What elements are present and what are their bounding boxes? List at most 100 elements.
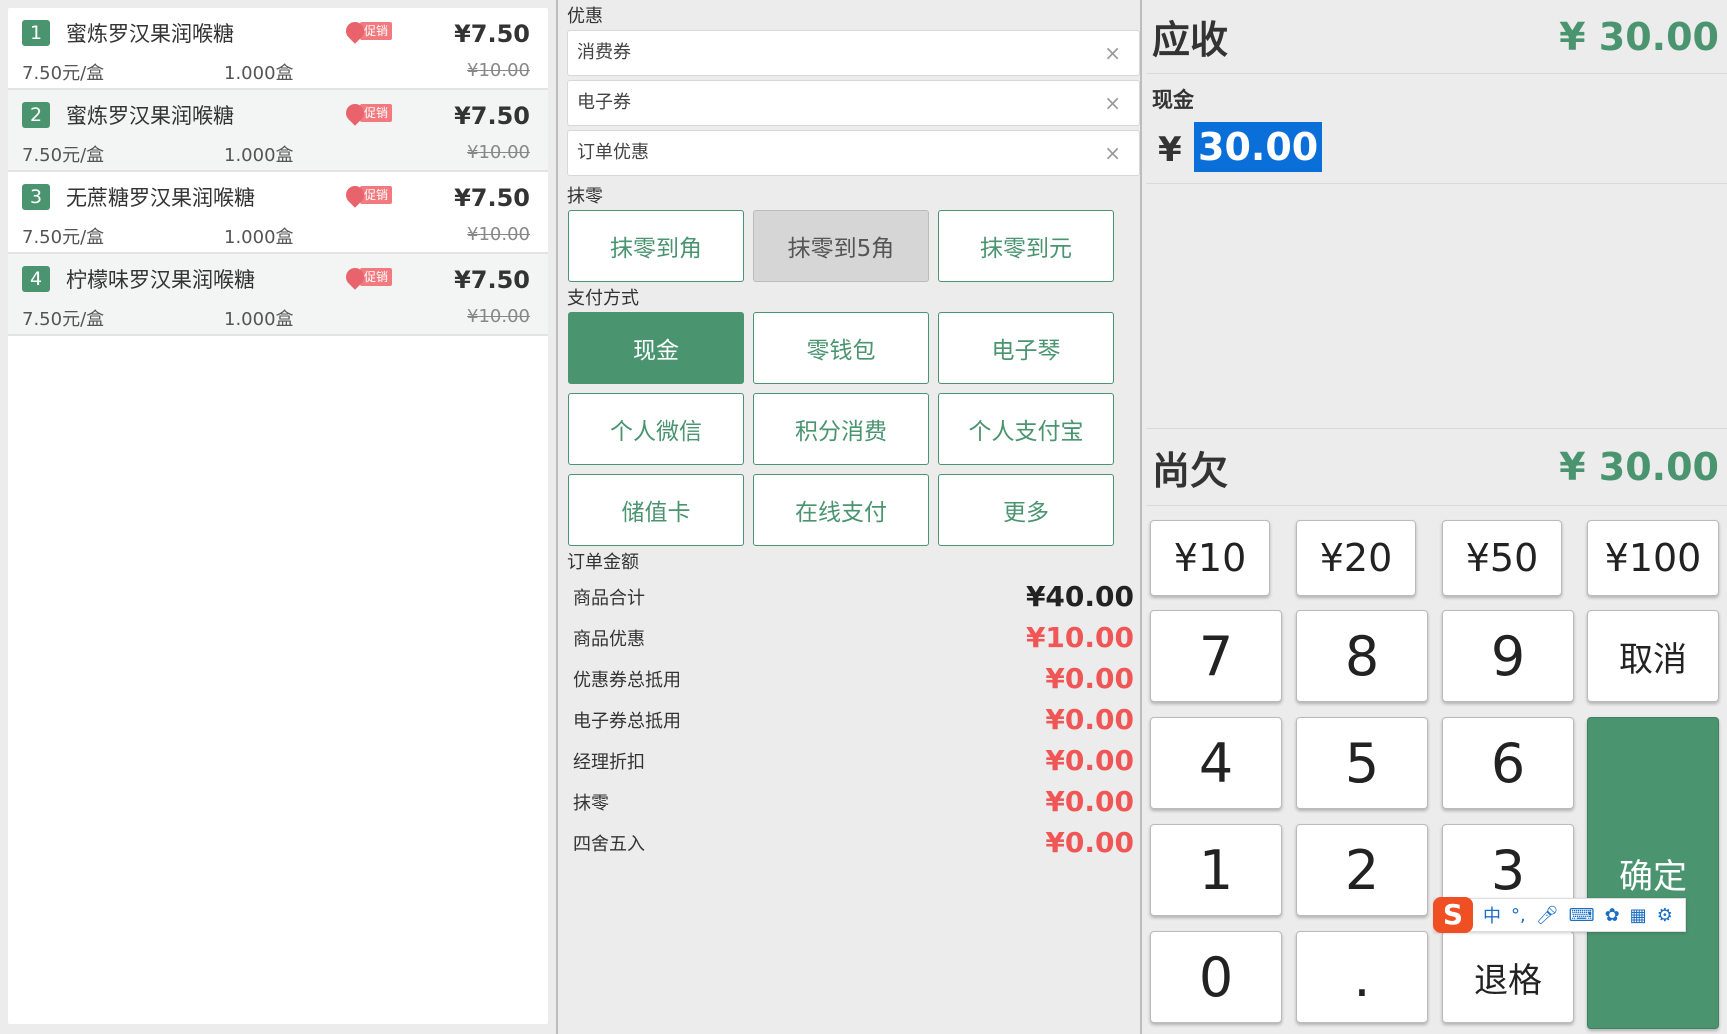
payment-method-section-title: 支付方式 [567,288,639,309]
cart-item[interactable]: 4 柠檬味罗汉果润喉糖 促销 ¥7.50 7.50元/盒 1.000盒 ¥10.… [8,254,548,336]
cart-item[interactable]: 3 无蔗糖罗汉果润喉糖 促销 ¥7.50 7.50元/盒 1.000盒 ¥10.… [8,172,548,254]
summary-value: ¥0.00 [1045,703,1134,736]
item-unit-price: 7.50元/盒 [22,309,105,330]
microphone-icon[interactable]: 🎤︎ [1536,905,1559,926]
promo-label: 促销 [360,22,393,40]
consumption-coupon-field[interactable]: 消费券 × [567,30,1140,76]
confirm-button[interactable]: 确定 [1587,717,1719,1029]
summary-row: 电子券总抵用 ¥0.00 [573,699,1136,740]
summary-row: 商品优惠 ¥10.00 [573,617,1136,658]
item-price: ¥7.50 [454,20,530,48]
quick-20-button[interactable]: ¥20 [1296,520,1416,596]
keyboard-icon[interactable]: ⌨ [1569,905,1595,926]
summary-row: 抹零 ¥0.00 [573,781,1136,822]
pay-points-button[interactable]: 积分消费 [753,393,929,465]
punctuation-toggle[interactable]: °, [1511,905,1526,926]
key-4[interactable]: 4 [1150,717,1282,809]
summary-value: ¥40.00 [1025,580,1134,613]
rounding-options: 抹零到角 抹零到5角 抹零到元 [563,210,1123,282]
item-name: 蜜炼罗汉果润喉糖 [66,104,234,128]
cash-value[interactable]: 30.00 [1194,122,1323,172]
pay-wallet-button[interactable]: 零钱包 [753,312,929,384]
round-to-5jiao-button[interactable]: 抹零到5角 [753,210,929,282]
cart-item[interactable]: 1 蜜炼罗汉果润喉糖 促销 ¥7.50 7.50元/盒 1.000盒 ¥10.0… [8,8,548,90]
clear-icon[interactable]: × [1104,131,1121,175]
cash-label: 现金 [1152,88,1194,112]
ime-mode-toggle[interactable]: 中 [1483,902,1501,928]
cart-panel: 1 蜜炼罗汉果润喉糖 促销 ¥7.50 7.50元/盒 1.000盒 ¥10.0… [0,0,556,1034]
receivable-row: 应收 ¥ 30.00 [1146,0,1727,74]
order-summary: 商品合计 ¥40.00 商品优惠 ¥10.00 优惠券总抵用 ¥0.00 电子券总抵用… [563,576,1136,863]
item-unit-price: 7.50元/盒 [22,63,105,84]
promo-badge: 促销 [342,182,393,208]
quick-10-button[interactable]: ¥10 [1150,520,1270,596]
pay-stored-card-button[interactable]: 储值卡 [568,474,744,546]
item-original-price: ¥10.00 [467,60,530,81]
owed-label: 尚欠 [1152,448,1229,493]
sogou-logo-icon[interactable]: S [1433,897,1473,933]
key-8[interactable]: 8 [1296,610,1428,702]
more-payment-button[interactable]: 更多 [938,474,1114,546]
owed-row: 尚欠 ¥ 30.00 [1146,428,1727,506]
key-0[interactable]: 0 [1150,931,1282,1023]
item-name: 蜜炼罗汉果润喉糖 [66,22,234,46]
pay-online-button[interactable]: 在线支付 [753,474,929,546]
round-to-yuan-button[interactable]: 抹零到元 [938,210,1114,282]
item-index: 2 [22,102,50,128]
pay-electronic-button[interactable]: 电子琴 [938,312,1114,384]
item-original-price: ¥10.00 [467,224,530,245]
pay-cash-button[interactable]: 现金 [568,312,744,384]
clear-icon[interactable]: × [1104,81,1121,125]
summary-row: 优惠券总抵用 ¥0.00 [573,658,1136,699]
summary-label: 优惠券总抵用 [573,669,681,691]
key-2[interactable]: 2 [1296,824,1428,916]
summary-value: ¥0.00 [1045,662,1134,695]
cash-input[interactable]: ¥ 30.00 [1146,114,1727,184]
summary-label: 抹零 [573,792,609,814]
item-name: 柠檬味罗汉果润喉糖 [66,268,255,292]
clear-icon[interactable]: × [1104,31,1121,75]
key-decimal[interactable]: . [1296,931,1428,1023]
skin-icon[interactable]: ✿ [1605,905,1620,926]
discount-section-title: 优惠 [567,6,603,27]
ime-toolbar[interactable]: S 中 °, 🎤︎ ⌨ ✿ ▦ ⚙ [1433,897,1686,933]
field-label: 消费券 [577,42,631,63]
key-6[interactable]: 6 [1442,717,1574,809]
checkout-panel: 应收 ¥ 30.00 现金 ¥ 30.00 尚欠 ¥ 30.00 ¥10 ¥20… [1142,0,1727,1034]
item-quantity: 1.000盒 [224,309,294,330]
item-price: ¥7.50 [454,266,530,294]
promo-badge: 促销 [342,100,393,126]
cancel-button[interactable]: 取消 [1587,610,1719,702]
rounding-section-title: 抹零 [567,186,603,207]
item-index: 3 [22,184,50,210]
round-to-jiao-button[interactable]: 抹零到角 [568,210,744,282]
key-5[interactable]: 5 [1296,717,1428,809]
summary-label: 四舍五入 [573,833,645,855]
item-unit-price: 7.50元/盒 [22,145,105,166]
key-1[interactable]: 1 [1150,824,1282,916]
order-discount-field[interactable]: 订单优惠 × [567,130,1140,176]
backspace-button[interactable]: 退格 [1442,931,1574,1023]
receivable-label: 应收 [1152,18,1229,62]
key-7[interactable]: 7 [1150,610,1282,702]
field-label: 订单优惠 [577,142,649,163]
settings-icon[interactable]: ⚙ [1657,905,1673,926]
summary-row: 四舍五入 ¥0.00 [573,822,1136,863]
summary-row: 商品合计 ¥40.00 [573,576,1136,617]
e-coupon-field[interactable]: 电子券 × [567,80,1140,126]
currency-symbol: ¥ [1158,130,1182,170]
summary-value: ¥0.00 [1045,744,1134,777]
summary-value: ¥10.00 [1025,621,1134,654]
promo-badge: 促销 [342,18,393,44]
item-price: ¥7.50 [454,102,530,130]
key-9[interactable]: 9 [1442,610,1574,702]
toolbox-icon[interactable]: ▦ [1630,905,1647,926]
summary-row: 经理折扣 ¥0.00 [573,740,1136,781]
quick-100-button[interactable]: ¥100 [1587,520,1719,596]
quick-50-button[interactable]: ¥50 [1442,520,1562,596]
pay-wechat-button[interactable]: 个人微信 [568,393,744,465]
cart-item[interactable]: 2 蜜炼罗汉果润喉糖 促销 ¥7.50 7.50元/盒 1.000盒 ¥10.0… [8,90,548,172]
pay-alipay-button[interactable]: 个人支付宝 [938,393,1114,465]
summary-label: 经理折扣 [573,751,645,773]
receivable-amount: ¥ 30.00 [1559,14,1719,59]
